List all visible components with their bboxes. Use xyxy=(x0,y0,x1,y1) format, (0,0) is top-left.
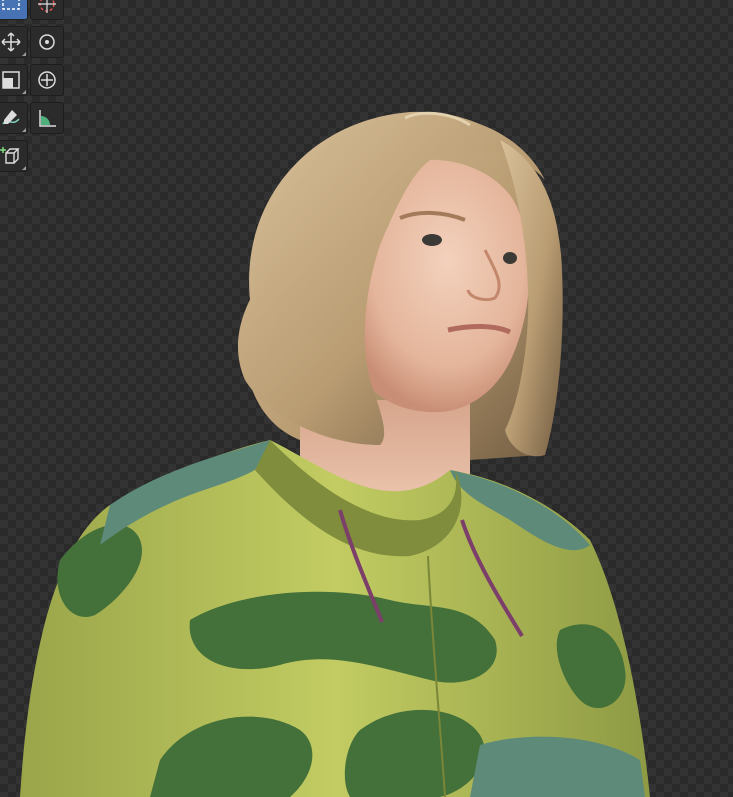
measure-tool[interactable] xyxy=(30,102,64,134)
scale-icon xyxy=(2,71,20,89)
cursor-tool[interactable] xyxy=(30,0,64,20)
character-render xyxy=(20,111,650,797)
transform-tool[interactable] xyxy=(30,64,64,96)
measure-icon xyxy=(39,110,56,127)
move-tool[interactable] xyxy=(0,26,28,58)
move-icon xyxy=(1,32,21,52)
transform-icon xyxy=(38,71,56,89)
3d-viewport[interactable] xyxy=(0,0,733,797)
annotate-tool[interactable] xyxy=(0,102,28,134)
add-cube-icon xyxy=(0,147,20,164)
rotate-tool[interactable] xyxy=(30,26,64,58)
rotate-icon xyxy=(39,34,55,50)
select-box-icon xyxy=(2,0,20,10)
scale-tool[interactable] xyxy=(0,64,28,96)
cursor-icon xyxy=(38,0,56,13)
annotate-icon xyxy=(2,110,20,125)
select-box-tool[interactable] xyxy=(0,0,28,20)
tool-shelf xyxy=(0,0,72,178)
add-cube-tool[interactable] xyxy=(0,140,28,172)
